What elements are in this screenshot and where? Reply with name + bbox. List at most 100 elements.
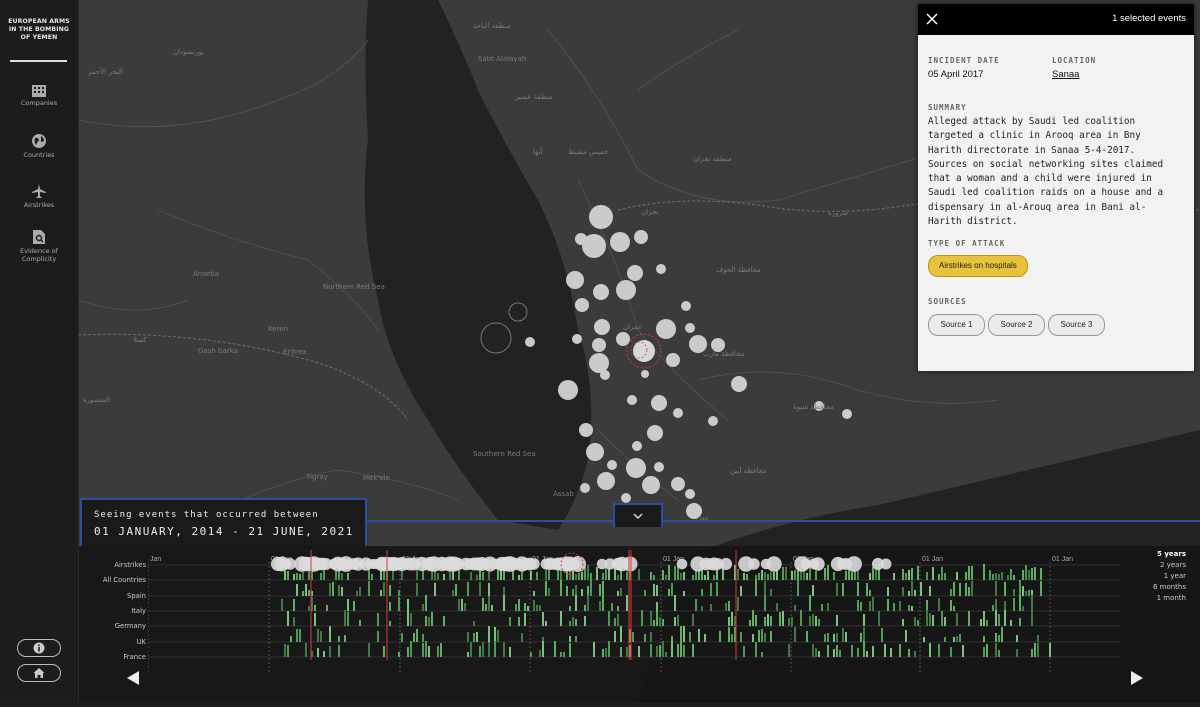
timeline-event-bar	[914, 617, 916, 626]
timeline-event-bar	[428, 646, 430, 657]
timeline-event-bar	[680, 573, 682, 580]
timeline-collapse-button[interactable]	[613, 503, 663, 527]
timeline-event-bar	[644, 590, 646, 596]
map-place-label: عمران	[623, 323, 643, 331]
zoom-6-months[interactable]: 6 months	[1153, 583, 1186, 591]
timeline-event-bar	[368, 581, 370, 596]
timeline-event-bar	[995, 633, 997, 642]
timeline-event-bar	[782, 611, 784, 626]
timeline-event-bar	[827, 565, 829, 580]
timeline-event-bar	[659, 645, 661, 657]
timeline-event-bar	[764, 617, 766, 626]
nav-evidence[interactable]: Evidence of Complicity	[0, 229, 78, 263]
timeline-event-bar	[911, 568, 913, 580]
timeline-event-bar	[923, 637, 925, 642]
timeline-event-bar	[302, 572, 304, 580]
close-icon[interactable]	[924, 11, 940, 27]
timeline-event-bar	[944, 637, 946, 642]
timeline-event-bar	[611, 603, 613, 611]
timeline-event-bar	[452, 590, 454, 596]
timeline-event-bar	[824, 568, 826, 580]
zoom-2-years[interactable]: 2 years	[1160, 561, 1186, 569]
nav-companies[interactable]: Companies	[0, 83, 78, 107]
timeline-event-bar	[356, 591, 358, 596]
timeline-event-bar	[530, 652, 532, 657]
timeline-event-bar	[299, 574, 301, 580]
source-2-button[interactable]: Source 2	[988, 314, 1045, 336]
timeline-event-bar	[866, 651, 868, 657]
info-icon	[33, 642, 45, 654]
timeline-event-bar	[770, 589, 772, 596]
location-link[interactable]: Sanaa	[1052, 69, 1079, 80]
timeline-event-bar	[299, 629, 301, 642]
timeline-event-bar	[995, 599, 997, 611]
timeline-event-bar	[488, 583, 490, 596]
timeline-event-bar	[347, 599, 349, 611]
timeline-event-bar	[731, 612, 733, 626]
timeline-event-bar	[527, 606, 529, 611]
timeline-event-bar	[839, 650, 841, 657]
timeline-event-bar	[335, 571, 337, 580]
timeline-event-bar	[926, 610, 928, 626]
zoom-5-years[interactable]: 5 years	[1157, 550, 1186, 558]
timeline-event-bar	[347, 612, 349, 626]
timeline-event-bar	[989, 570, 991, 580]
info-button[interactable]	[17, 639, 61, 657]
timeline-event-bar	[518, 617, 520, 626]
timeline-event-bar	[509, 617, 511, 626]
timeline-event-bar	[338, 645, 340, 657]
map-place-label: منطقة الباحة	[473, 22, 511, 30]
timeline-event-bar	[704, 575, 706, 580]
timeline-event-bar	[713, 575, 715, 580]
timeline-event-bar	[956, 636, 958, 642]
timeline-event-bar	[818, 651, 820, 657]
timeline-event-bar	[995, 581, 997, 596]
timeline-event-bar	[341, 573, 343, 580]
timeline-event-bar	[902, 619, 904, 626]
timeline-event-bar	[329, 626, 331, 642]
attack-type-tag[interactable]: Airstrikes on hospitals	[928, 255, 1028, 277]
timeline-event-bar	[695, 570, 697, 580]
nav-airstrikes[interactable]: Airstrikes	[0, 183, 78, 209]
zoom-1-year[interactable]: 1 year	[1164, 572, 1186, 580]
timeline-event-bar	[761, 652, 763, 657]
timeline-event-bar	[407, 599, 409, 611]
timeline-next-arrow-icon[interactable]	[1130, 670, 1144, 686]
timeline-event-bar	[782, 567, 784, 580]
timeline-event-bar	[992, 605, 994, 611]
timeline-prev-arrow-icon[interactable]	[126, 670, 140, 686]
timeline-event-bar	[926, 572, 928, 580]
timeline-event-bar	[674, 617, 676, 626]
source-1-button[interactable]: Source 1	[928, 314, 985, 336]
zoom-1-month[interactable]: 1 month	[1157, 594, 1186, 602]
timeline-event-bar	[533, 591, 535, 596]
timeline-event-bar	[692, 614, 694, 626]
timeline-event-bar	[1016, 635, 1018, 642]
timeline-event-bar	[392, 570, 394, 580]
brand-line: IN THE BOMBING	[8, 26, 70, 33]
timeline-event-bar	[503, 570, 505, 580]
home-button[interactable]	[17, 664, 61, 682]
timeline-event-bar	[536, 605, 538, 611]
timeline-event-bar	[959, 634, 961, 642]
document-search-icon	[33, 230, 45, 244]
timeline-event-bar	[692, 644, 694, 657]
timeline-event-bar	[494, 627, 496, 642]
nav-countries[interactable]: Countries	[0, 133, 78, 159]
airstrike-event-dot	[284, 558, 296, 570]
year-tick-label: 01 Jan	[1052, 556, 1073, 563]
timeline-event-bar	[473, 621, 475, 626]
timeline-event-bar	[773, 572, 775, 580]
timeline-event-bar	[494, 641, 496, 657]
timeline-event-bar	[560, 652, 562, 657]
timeline-event-bar	[755, 642, 757, 657]
timeline-event-bar	[764, 572, 766, 580]
brand-title[interactable]: EUROPEAN ARMS IN THE BOMBING OF YEMEN	[0, 18, 78, 42]
timeline-event-bar	[845, 571, 847, 580]
timeline-event-bar	[851, 572, 853, 580]
row-label-uk: UK	[136, 638, 146, 646]
timeline-event-bar	[587, 586, 589, 596]
timeline-chart[interactable]: Jan01 Jan01 Jan01 Jan01 Jan01 Jan01 Jan0…	[148, 548, 1120, 678]
timeline-event-bar	[944, 573, 946, 580]
source-3-button[interactable]: Source 3	[1048, 314, 1105, 336]
